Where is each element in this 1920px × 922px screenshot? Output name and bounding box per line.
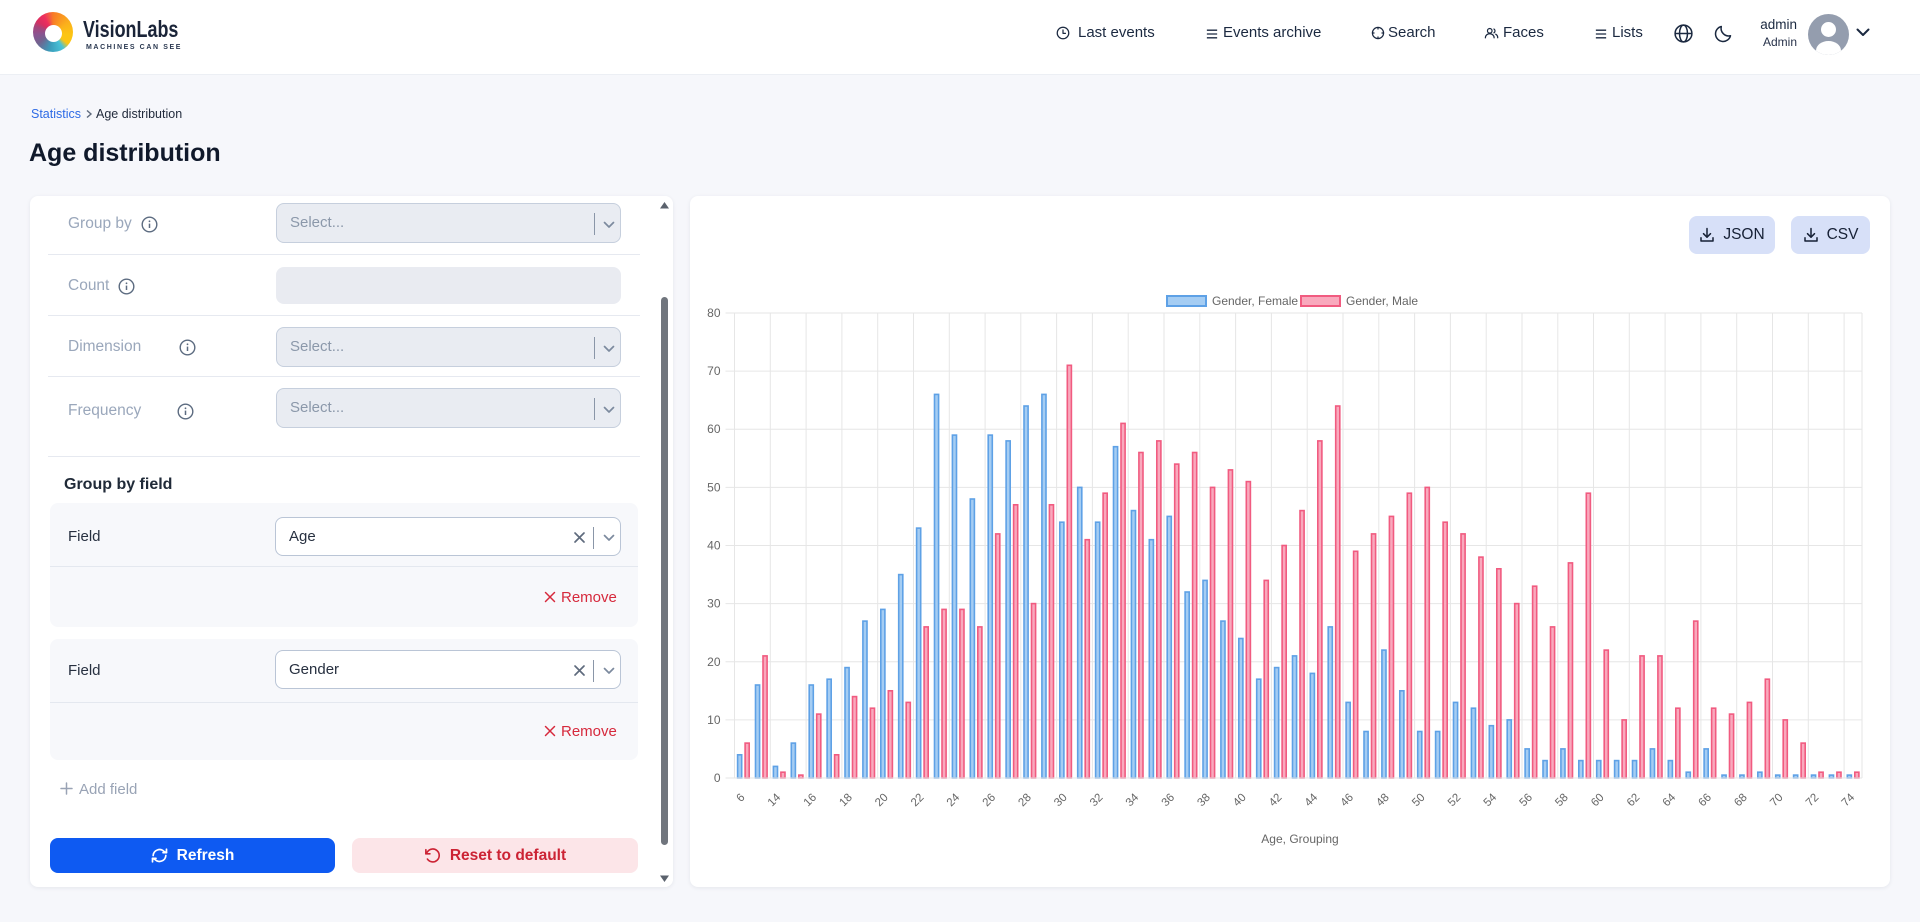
svg-text:6: 6 <box>735 792 748 805</box>
svg-text:Gender, Male: Gender, Male <box>1346 294 1418 308</box>
svg-text:40: 40 <box>707 539 721 553</box>
svg-text:46: 46 <box>1338 792 1356 810</box>
svg-text:80: 80 <box>707 306 721 320</box>
svg-text:24: 24 <box>945 791 963 809</box>
svg-text:70: 70 <box>1768 792 1786 810</box>
svg-text:44: 44 <box>1303 791 1321 809</box>
svg-text:42: 42 <box>1267 792 1285 810</box>
svg-text:74: 74 <box>1840 791 1858 809</box>
svg-text:28: 28 <box>1016 792 1034 810</box>
svg-text:40: 40 <box>1231 792 1249 810</box>
svg-text:20: 20 <box>707 655 721 669</box>
svg-text:68: 68 <box>1732 792 1750 810</box>
svg-text:58: 58 <box>1553 792 1571 810</box>
svg-text:Age, Grouping: Age, Grouping <box>1261 832 1338 846</box>
svg-text:26: 26 <box>981 792 999 810</box>
svg-text:60: 60 <box>1589 792 1607 810</box>
svg-text:62: 62 <box>1625 792 1643 810</box>
svg-text:64: 64 <box>1661 791 1679 809</box>
svg-text:30: 30 <box>707 597 721 611</box>
svg-text:66: 66 <box>1696 792 1714 810</box>
svg-text:0: 0 <box>714 771 721 785</box>
svg-text:32: 32 <box>1088 792 1106 810</box>
svg-text:54: 54 <box>1482 791 1500 809</box>
svg-text:60: 60 <box>707 422 721 436</box>
svg-text:10: 10 <box>707 713 721 727</box>
svg-text:56: 56 <box>1517 792 1535 810</box>
svg-text:22: 22 <box>909 792 927 810</box>
svg-text:38: 38 <box>1195 792 1213 810</box>
svg-text:Gender, Female: Gender, Female <box>1212 294 1298 308</box>
svg-text:36: 36 <box>1160 792 1178 810</box>
svg-text:18: 18 <box>837 792 855 810</box>
svg-text:30: 30 <box>1052 792 1070 810</box>
svg-text:34: 34 <box>1124 791 1142 809</box>
svg-text:70: 70 <box>707 364 721 378</box>
svg-text:72: 72 <box>1804 792 1822 810</box>
svg-text:16: 16 <box>802 792 820 810</box>
svg-text:20: 20 <box>873 792 891 810</box>
svg-text:52: 52 <box>1446 792 1464 810</box>
svg-text:50: 50 <box>1410 792 1428 810</box>
svg-text:14: 14 <box>766 791 784 809</box>
svg-text:50: 50 <box>707 480 721 494</box>
svg-text:48: 48 <box>1374 792 1392 810</box>
